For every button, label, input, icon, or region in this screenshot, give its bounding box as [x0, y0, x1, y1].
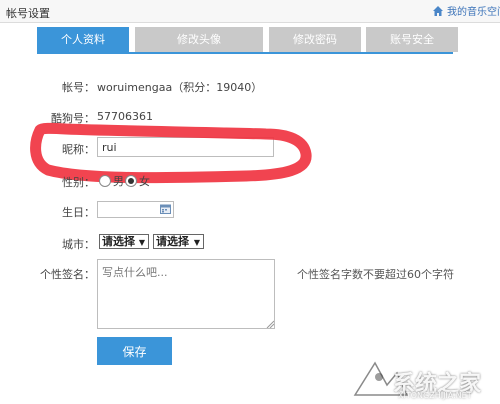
- home-icon: [433, 6, 443, 16]
- city-select[interactable]: 请选择 ▼: [153, 234, 204, 249]
- gender-label: 性别：: [62, 176, 95, 189]
- signature-label: 个性签名：: [40, 268, 95, 281]
- save-button[interactable]: 保存: [97, 337, 172, 365]
- dropdown-arrow-icon: ▼: [138, 238, 145, 247]
- city-select-value: 请选择: [156, 235, 189, 248]
- birthday-label: 生日：: [62, 206, 95, 219]
- gender-male-label: 男: [113, 175, 124, 188]
- tab-profile[interactable]: 个人资料: [37, 27, 129, 52]
- dropdown-arrow-icon: ▼: [193, 238, 200, 247]
- kugou-label: 酷狗号：: [51, 112, 95, 125]
- tab-underline: [37, 52, 453, 54]
- gender-male-radio[interactable]: [99, 175, 111, 187]
- gender-female-label: 女: [139, 175, 150, 188]
- nickname-label: 昵称：: [62, 143, 95, 156]
- tab-bar: 个人资料 修改头像 修改密码 账号安全: [37, 27, 458, 52]
- calendar-icon[interactable]: [160, 204, 171, 214]
- city-label: 城市：: [62, 238, 95, 251]
- top-bar: 帐号设置 我的音乐空间: [0, 0, 500, 23]
- nickname-input[interactable]: [97, 137, 274, 157]
- resize-grip-icon[interactable]: [266, 320, 274, 328]
- gender-female-radio[interactable]: [125, 175, 137, 187]
- province-select[interactable]: 请选择 ▼: [99, 234, 149, 249]
- watermark-url: XITONGZHIJIA.NET: [398, 391, 472, 400]
- home-link[interactable]: 我的音乐空间: [432, 3, 500, 18]
- gender-male-option[interactable]: 男: [99, 173, 124, 188]
- account-value: woruimengaa（积分：19040）: [97, 81, 263, 94]
- kugou-value: 57706361: [97, 110, 153, 123]
- birthday-input[interactable]: [97, 201, 174, 218]
- signature-textarea[interactable]: [97, 259, 275, 329]
- page-title: 帐号设置: [6, 7, 50, 20]
- signature-hint: 个性签名字数不要超过60个字符: [297, 268, 454, 281]
- gender-female-option[interactable]: 女: [125, 173, 150, 188]
- province-select-value: 请选择: [102, 235, 135, 248]
- tab-security[interactable]: 账号安全: [366, 27, 458, 52]
- home-link-label: 我的音乐空间: [447, 7, 500, 18]
- account-label: 帐号：: [62, 81, 95, 94]
- tab-password[interactable]: 修改密码: [269, 27, 361, 52]
- tab-avatar[interactable]: 修改头像: [135, 27, 263, 52]
